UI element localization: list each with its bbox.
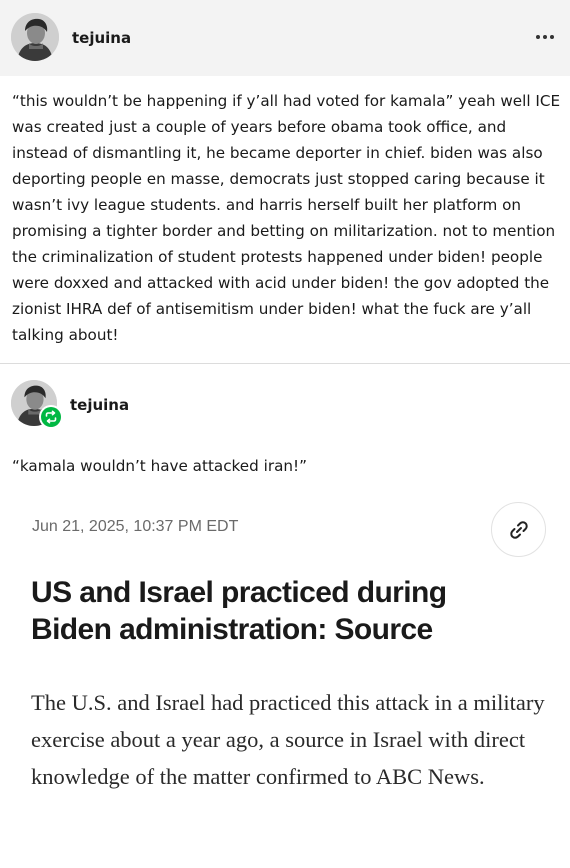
article-headline: US and Israel practiced during Biden adm… [31,576,447,646]
avatar[interactable] [11,13,59,61]
post-header: tejuina [0,0,570,76]
reblog-author[interactable]: tejuina [70,396,129,414]
article-date: Jun 21, 2025, 10:37 PM EDT [32,518,239,535]
article-lede: The U.S. and Israel had practiced this a… [31,690,545,789]
reblog-text: “kamala wouldn’t have attacked iran!” [12,457,307,475]
reblog-icon [41,407,61,427]
more-options-icon[interactable] [532,24,558,50]
reblog-badge [39,405,63,429]
post-body: “this wouldn’t be happening if y’all had… [12,92,561,344]
post-author[interactable]: tejuina [72,29,131,47]
link-icon[interactable] [491,502,546,557]
divider [0,363,570,364]
